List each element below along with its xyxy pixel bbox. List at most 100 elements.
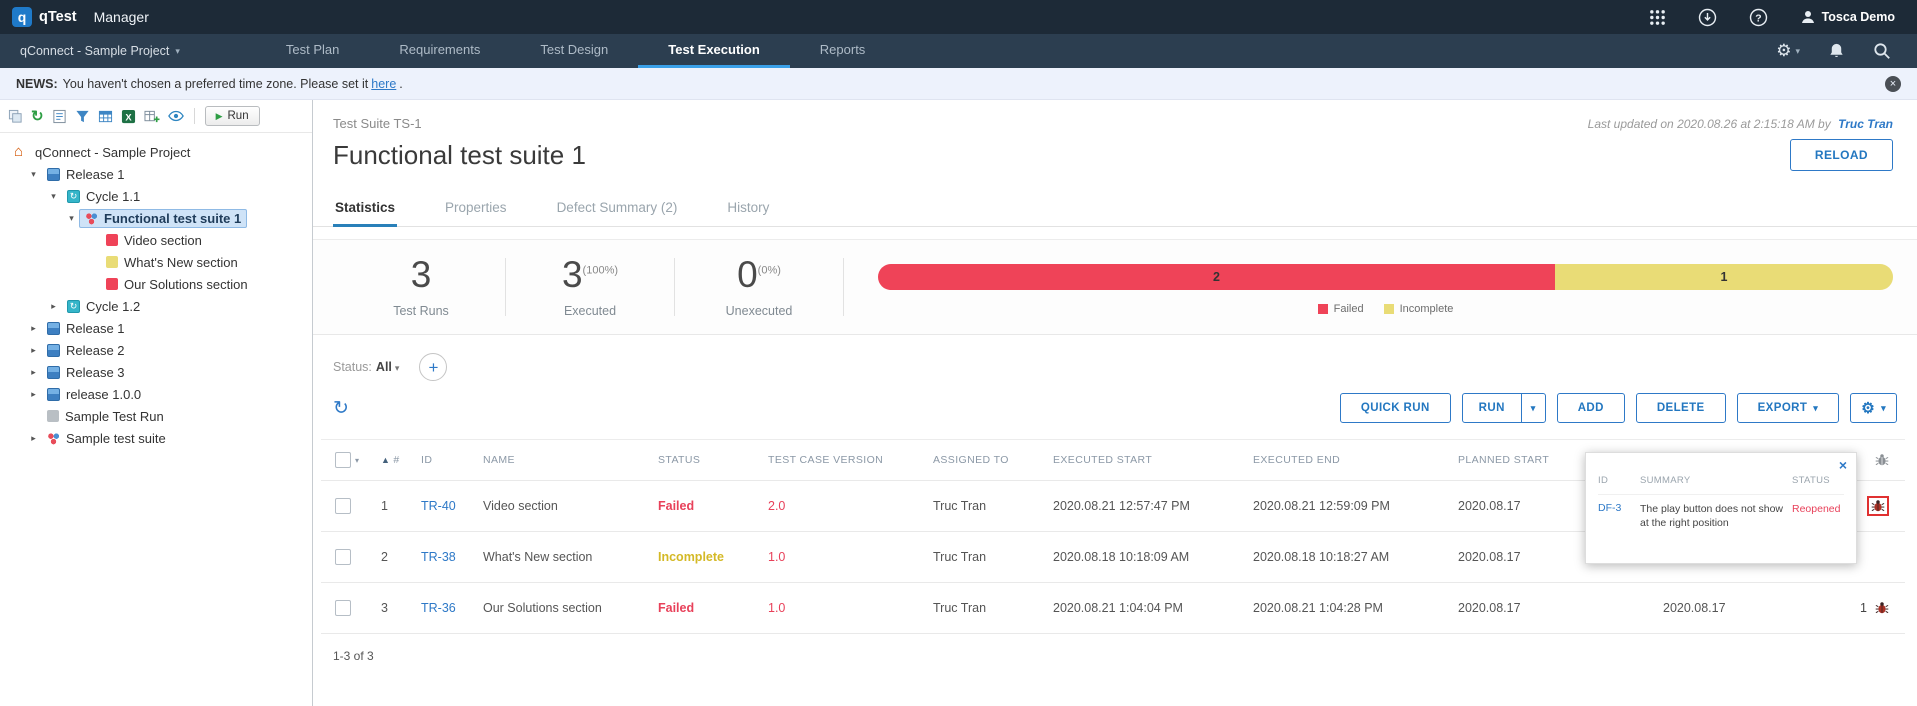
tree-item-test-suite[interactable]: ▸ Sample test suite [0,427,312,449]
qtest-logo-icon: q [12,7,32,27]
add-filter-button[interactable]: + [419,353,447,381]
export-button[interactable]: EXPORT▾ [1737,393,1840,423]
close-icon[interactable]: × [1885,76,1901,92]
add-column-icon[interactable] [144,109,160,124]
defect-link[interactable]: DF-3 [1598,502,1621,514]
popup-header-row: ID SUMMARY STATUS [1598,461,1844,495]
defect-bug-icon[interactable] [1875,601,1889,615]
tree-item-cycle[interactable]: ▸ ↻Cycle 1.2 [0,295,312,317]
column-header-id[interactable]: ID [407,454,469,466]
tree-item-test-suite-selected[interactable]: ▾ Functional test suite 1 [0,207,312,229]
expand-arrow-icon[interactable]: ▾ [46,191,61,202]
expand-arrow-icon[interactable]: ▸ [26,345,41,356]
nav-requirements[interactable]: Requirements [369,34,510,68]
nav-test-design[interactable]: Test Design [510,34,638,68]
notifications-bell-icon[interactable] [1828,42,1845,60]
filter-icon[interactable] [75,109,90,124]
expand-arrow-icon[interactable]: ▾ [26,169,41,180]
excel-export-icon[interactable]: X [121,109,136,124]
chevron-down-icon[interactable]: ▾ [355,456,359,465]
sort-asc-icon[interactable]: ▲ [381,455,390,465]
tree-item-release[interactable]: ▸ Release 3 [0,361,312,383]
tab-properties[interactable]: Properties [443,189,509,227]
tree-item-test-run[interactable]: What's New section [0,251,312,273]
add-button[interactable]: ADD [1557,393,1625,423]
expand-arrow-icon[interactable]: ▸ [26,389,41,400]
run-button-label[interactable]: RUN [1463,394,1522,422]
table-settings-button[interactable]: ⚙▾ [1850,393,1897,423]
expand-arrow-icon[interactable]: ▸ [26,367,41,378]
quick-run-button[interactable]: QUICK RUN [1340,393,1451,423]
select-all-checkbox[interactable] [335,452,351,468]
download-icon[interactable] [1698,8,1717,27]
tree-item-release[interactable]: ▸ Release 2 [0,339,312,361]
brand-product: Manager [94,9,149,25]
nav-test-execution[interactable]: Test Execution [638,34,790,68]
expand-arrow-icon[interactable]: ▸ [26,433,41,444]
popup-column-status: STATUS [1792,475,1844,488]
column-header-executed-end[interactable]: EXECUTED END [1239,454,1444,466]
sync-icon[interactable]: ↻ [31,109,44,124]
stat-unexecuted: 0(0%) Unexecuted [675,256,843,318]
row-checkbox[interactable] [335,600,351,616]
tree-item-release[interactable]: ▸ release 1.0.0 [0,383,312,405]
release-icon [47,366,60,379]
row-checkbox[interactable] [335,498,351,514]
brand[interactable]: q qTest Manager [12,7,149,27]
tree-item-label: Cycle 1.2 [86,299,140,314]
news-here-link[interactable]: here [371,77,396,91]
row-checkbox[interactable] [335,549,351,565]
tree-item-cycle[interactable]: ▾ ↻Cycle 1.1 [0,185,312,207]
user-menu[interactable]: Tosca Demo [1800,9,1895,25]
tree-item-test-run[interactable]: Our Solutions section [0,273,312,295]
test-run-link[interactable]: TR-40 [421,499,456,513]
column-header-assigned-to[interactable]: ASSIGNED TO [919,454,1039,466]
chevron-down-icon: ▾ [395,363,400,373]
delete-button[interactable]: DELETE [1636,393,1726,423]
tree-item-project[interactable]: ⌂qConnect - Sample Project [0,141,312,163]
release-icon [47,388,60,401]
tab-defect-summary[interactable]: Defect Summary (2) [555,189,680,227]
status-filter-dropdown[interactable]: Status:All▾ [333,360,399,374]
column-header-status[interactable]: STATUS [644,454,754,466]
run-split-button[interactable]: RUN ▾ [1462,393,1546,423]
nav-test-plan[interactable]: Test Plan [256,34,369,68]
run-button[interactable]: ▶ Run [205,106,260,126]
tree-item-label: What's New section [124,255,238,270]
assigned-to: Truc Tran [919,601,1039,615]
search-icon[interactable] [1873,42,1891,60]
stat-label: Executed [506,304,674,318]
tree-item-test-run[interactable]: Sample Test Run [0,405,312,427]
column-header-executed-start[interactable]: EXECUTED START [1039,454,1239,466]
nav-reports[interactable]: Reports [790,34,896,68]
test-run-link[interactable]: TR-36 [421,601,456,615]
tree-item-test-run[interactable]: Video section [0,229,312,251]
report-icon[interactable] [52,109,67,124]
watch-icon[interactable] [168,110,184,122]
cycle-icon: ↻ [67,190,80,203]
tab-history[interactable]: History [725,189,771,227]
tree-item-release[interactable]: ▸ Release 1 [0,317,312,339]
reload-button[interactable]: RELOAD [1790,139,1893,171]
defect-bug-icon-active[interactable] [1867,496,1889,516]
project-selector[interactable]: qConnect - Sample Project ▾ [0,34,200,68]
expand-arrow-icon[interactable]: ▸ [26,323,41,334]
table-icon[interactable] [98,109,113,124]
close-icon[interactable]: × [1839,458,1847,472]
windows-icon[interactable] [8,109,23,124]
test-run-link[interactable]: TR-38 [421,550,456,564]
refresh-icon[interactable]: ↻ [333,399,349,418]
chevron-down-icon[interactable]: ▾ [1522,394,1545,422]
tab-statistics[interactable]: Statistics [333,189,397,227]
apps-grid-icon[interactable] [1649,9,1666,26]
settings-gear-icon[interactable]: ⚙▾ [1776,41,1800,61]
chart-legend: Failed Incomplete [878,303,1893,315]
tree-item-release[interactable]: ▾ Release 1 [0,163,312,185]
help-icon[interactable]: ? [1749,8,1768,27]
column-header-test-case-version[interactable]: TEST CASE VERSION [754,454,919,466]
expand-arrow-icon[interactable]: ▸ [46,301,61,312]
column-header-name[interactable]: NAME [469,454,644,466]
expand-arrow-icon[interactable]: ▾ [64,213,79,224]
column-header-number[interactable]: # [393,454,399,466]
last-updated-user[interactable]: Truc Tran [1838,117,1893,131]
